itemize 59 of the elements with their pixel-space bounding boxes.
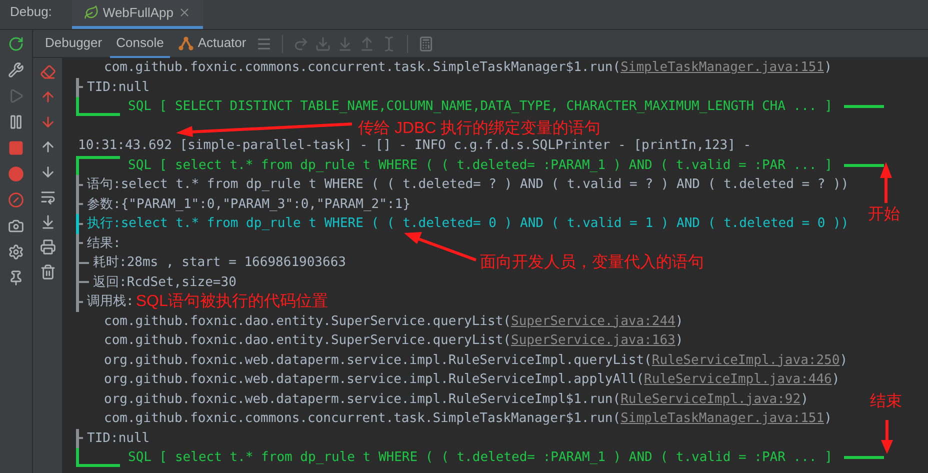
source-link[interactable]: SimpleTaskManager.java:151 — [620, 58, 824, 78]
annotation-text: 开始 — [868, 205, 900, 225]
source-link[interactable]: SuperService.java:244 — [511, 312, 676, 331]
breakpoints-icon[interactable] — [6, 164, 26, 184]
source-link[interactable]: SuperService.java:163 — [511, 331, 676, 350]
field-label: 语句: — [87, 176, 121, 194]
stack-frame: org.github.foxnic.web.dataperm.service.impl.RuleServiceImpl.applyAll( — [104, 370, 644, 390]
field-value: RcdSet,size=30 — [126, 274, 236, 292]
run-tab[interactable]: WebFullApp — [72, 0, 202, 29]
print-icon[interactable] — [38, 237, 58, 257]
field-label: 执行: — [87, 215, 121, 233]
log-line: 10:31:43.692 [simple-parallel-task] - [] - INFO c.g.f.d.s.SQLPrinter - [printIn,123] - — [78, 137, 752, 155]
annotation-text: SQL语句被执行的代码位置 — [136, 292, 328, 312]
paren: ) — [675, 332, 684, 350]
source-link[interactable]: SimpleTaskManager.java:151 — [620, 409, 824, 428]
field-label: TID: — [87, 430, 118, 448]
paren: ) — [824, 410, 832, 428]
paren: ) — [800, 390, 808, 408]
field-label: 返回: — [93, 274, 127, 292]
annotation-text: 传给 JDBC 执行的绑定变量的语句 — [358, 118, 601, 139]
sql-summary: SQL [ select t.* from dp_rule t WHERE ( ( t.deleted= :PARAM_1 ) AND ( t.valid = :PAR ... ] — [128, 156, 832, 174]
paren: ) — [824, 59, 832, 77]
paren: ) — [832, 371, 840, 389]
field-value: {"PARAM_1":0,"PARAM_3":0,"PARAM_2":1} — [120, 196, 410, 214]
stack-frame: org.github.foxnic.web.dataperm.service.impl.RuleServiceImpl.queryList( — [104, 350, 652, 370]
spring-leaf-icon — [84, 5, 99, 20]
field-value: null — [118, 78, 150, 96]
stack-frame: org.github.foxnic.web.dataperm.service.impl.RuleServiceImpl$1.run( — [104, 390, 621, 409]
stack-frame: com.github.foxnic.dao.entity.SuperService.queryList( — [104, 312, 511, 331]
wrench-icon[interactable] — [6, 60, 26, 80]
debug-tab[interactable]: Actuator — [172, 30, 252, 58]
stack-frame: com.github.foxnic.dao.entity.SuperService.queryList( — [104, 331, 511, 350]
field-label: TID: — [87, 78, 118, 96]
annotation-text: 结束 — [870, 392, 902, 412]
annotation-arrow — [881, 420, 893, 454]
debug-tab[interactable]: Debugger — [39, 30, 108, 58]
field-value: 28ms , start = 1669861903663 — [126, 254, 346, 272]
field-value: null — [118, 430, 150, 448]
source-link[interactable]: RuleServiceImpl.java:446 — [644, 370, 832, 390]
field-label: 耗时: — [93, 254, 127, 272]
field-value: select t.* from dp_rule t WHERE ( ( t.deleted= ? ) AND ( t.valid = ? ) AND ( t.deleted = ? )) — [120, 176, 849, 194]
close-icon — [178, 6, 190, 19]
nodes-icon — [178, 34, 194, 50]
field-label: 结果: — [87, 234, 121, 252]
panel-label: Debug: — [10, 2, 52, 21]
stack-frame: com.github.foxnic.commons.concurrent.task.SimpleTaskManager$1.run( — [104, 58, 621, 78]
paren: ) — [840, 352, 848, 370]
mute-breakpoints-icon[interactable] — [6, 190, 26, 210]
sql-summary: SQL [ select t.* from dp_rule t WHERE ( ( t.deleted= :PARAM_1 ) AND ( t.valid = :PAR ... ] — [128, 449, 832, 467]
source-link[interactable]: RuleServiceImpl.java:92 — [620, 390, 801, 409]
paren: ) — [675, 312, 684, 330]
field-value: select t.* from dp_rule t WHERE ( ( t.deleted= 0 ) AND ( t.valid = 1 ) AND ( t.deleted = 0 )) — [120, 215, 849, 233]
annotation-text: 面向开发人员，变量代入的语句 — [480, 252, 704, 273]
annotation-arrow — [880, 162, 892, 203]
stack-frame: com.github.foxnic.commons.concurrent.task.SimpleTaskManager$1.run( — [104, 409, 621, 428]
sql-summary: SQL [ SELECT DISTINCT TABLE_NAME,COLUMN_NAME,DATA_TYPE, CHARACTER_MAXIMUM_LENGTH CHA ... ] — [128, 98, 832, 116]
field-label: 调用栈: — [87, 293, 134, 311]
field-label: 参数: — [87, 196, 121, 214]
source-link[interactable]: RuleServiceImpl.java:250 — [652, 350, 840, 370]
